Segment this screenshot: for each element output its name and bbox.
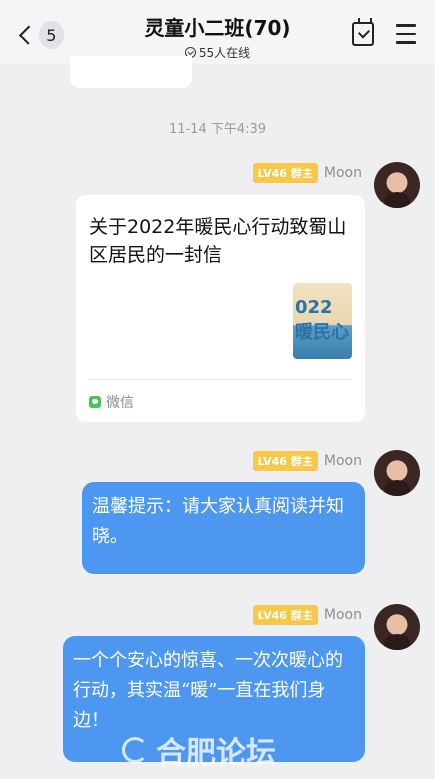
sender-meta: LV46 群主 Moon <box>252 451 362 471</box>
online-count: 55人在线 <box>198 46 251 60</box>
sender-meta: LV46 群主 Moon <box>252 605 362 625</box>
article-source: 微信 <box>89 392 134 412</box>
message-timestamp: 11-14 下午4:39 <box>168 122 267 137</box>
calendar-check-icon[interactable] <box>352 18 374 46</box>
sender-avatar[interactable] <box>374 604 420 650</box>
menu-icon[interactable] <box>396 24 416 44</box>
sender-avatar[interactable] <box>374 450 420 496</box>
article-title: 关于2022年暖民心行动致蜀山区居民的一封信 <box>89 216 347 266</box>
sender-name: Moon <box>323 165 362 181</box>
chat-title: 灵童小二班(70) <box>144 16 291 40</box>
level-badge: LV46 群主 <box>252 605 318 625</box>
level-text: LV46 <box>257 608 287 622</box>
forum-watermark: 合肥论坛 <box>122 728 276 772</box>
chevron-left-icon <box>18 25 38 45</box>
sender-name: Moon <box>323 607 362 623</box>
chat-title-area[interactable]: 灵童小二班(70) 55人在线 <box>100 12 335 61</box>
article-card[interactable]: 关于2022年暖民心行动致蜀山区居民的一封信 022 暖民心 微信 <box>76 195 365 422</box>
back-button[interactable]: 5 <box>14 18 64 52</box>
source-label: 微信 <box>106 395 134 411</box>
article-thumbnail: 022 暖民心 <box>293 283 352 359</box>
unread-badge: 5 <box>38 21 64 49</box>
role-text: 群主 <box>290 609 313 622</box>
sender-avatar[interactable] <box>374 162 420 208</box>
watermark-logo-icon <box>122 737 148 763</box>
watermark-text: 合肥论坛 <box>156 736 276 771</box>
thumbnail-text: 022 暖民心 <box>295 297 349 343</box>
sender-meta: LV46 群主 Moon <box>252 163 362 183</box>
role-text: 群主 <box>290 167 313 180</box>
chat-header: 5 灵童小二班(70) 55人在线 <box>0 0 435 64</box>
card-divider <box>89 379 352 380</box>
level-text: LV46 <box>257 454 287 468</box>
sender-name: Moon <box>323 453 362 469</box>
message-bubble[interactable]: 温馨提示：请大家认真阅读并知晓。 <box>82 482 365 574</box>
level-text: LV46 <box>257 166 287 180</box>
previous-message-bubble[interactable] <box>70 56 192 88</box>
level-badge: LV46 群主 <box>252 451 318 471</box>
role-text: 群主 <box>290 455 313 468</box>
level-badge: LV46 群主 <box>252 163 318 183</box>
wechat-icon <box>89 396 101 408</box>
